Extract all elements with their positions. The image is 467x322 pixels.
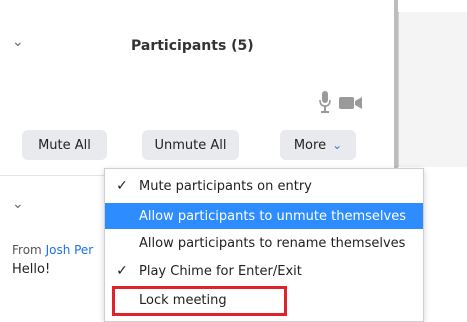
more-label: More xyxy=(293,137,327,153)
menu-item-label: Play Chime for Enter/Exit xyxy=(139,263,302,279)
unmute-all-button[interactable]: Unmute All xyxy=(142,130,239,160)
mute-all-button[interactable]: Mute All xyxy=(22,130,107,160)
more-button[interactable]: More ⌄ xyxy=(280,130,356,160)
mute-all-label: Mute All xyxy=(38,137,91,153)
check-icon: ✓ xyxy=(116,263,128,279)
collapse-chevron-icon[interactable]: ⌄ xyxy=(12,34,24,50)
menu-item-play-chime[interactable]: ✓ Play Chime for Enter/Exit xyxy=(105,258,423,284)
unmute-all-label: Unmute All xyxy=(154,137,227,153)
chat-from-prefix: From xyxy=(12,243,42,257)
chat-message: Hello! xyxy=(12,262,51,277)
menu-item-mute-on-entry[interactable]: ✓ Mute participants on entry xyxy=(105,173,423,199)
check-icon: ✓ xyxy=(116,178,128,194)
chat-collapse-chevron-icon[interactable]: ⌄ xyxy=(12,196,24,212)
video-thumbnail[interactable] xyxy=(398,12,467,167)
video-camera-icon[interactable] xyxy=(339,95,363,111)
menu-item-label: Allow participants to rename themselves xyxy=(139,235,406,251)
menu-item-allow-unmute[interactable]: Allow participants to unmute themselves xyxy=(105,203,423,229)
chat-sender-name[interactable]: Josh Per xyxy=(46,243,94,257)
menu-item-label: Allow participants to unmute themselves xyxy=(139,208,406,224)
lock-meeting-annotation-box xyxy=(112,286,287,316)
participants-title: Participants (5) xyxy=(131,38,254,54)
microphone-icon[interactable] xyxy=(318,90,332,114)
chevron-down-icon: ⌄ xyxy=(332,138,343,152)
menu-item-allow-rename[interactable]: Allow participants to rename themselves xyxy=(105,230,423,256)
chat-sender-line: From Josh Per xyxy=(12,243,93,257)
menu-item-label: Mute participants on entry xyxy=(139,178,312,194)
